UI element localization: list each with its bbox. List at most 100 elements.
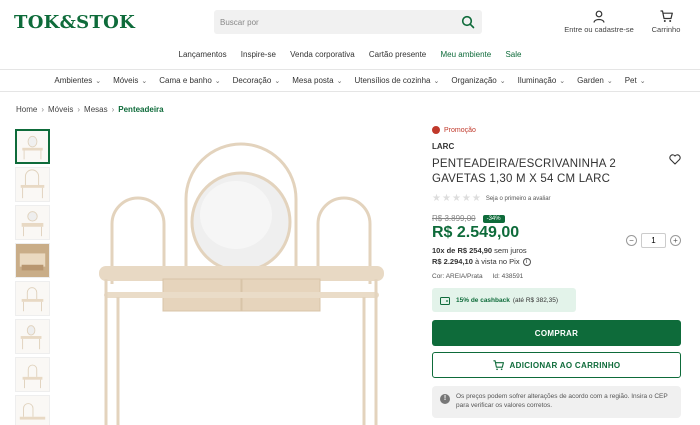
category-label: Garden [577, 76, 604, 85]
search-input[interactable] [220, 10, 450, 34]
chevron-down-icon: ⌄ [606, 78, 613, 85]
category-item[interactable]: Mesa posta ⌄ [292, 76, 342, 85]
quantity-input[interactable] [641, 233, 666, 248]
vanity-thumb-image [19, 403, 46, 420]
nav-link[interactable]: Inspire-se [241, 50, 276, 59]
nav-link-meu-ambiente[interactable]: Meu ambiente [441, 50, 492, 59]
add-to-cart-button[interactable]: ADICIONAR AO CARRINHO [432, 352, 681, 378]
chevron-down-icon: ⌄ [499, 78, 506, 85]
thumbnail[interactable] [15, 205, 50, 240]
star-icon: ★ [461, 193, 471, 204]
buy-button[interactable]: COMPRAR [432, 320, 681, 346]
cart-label: Carrinho [651, 25, 681, 34]
thumbnail[interactable] [15, 357, 50, 392]
thumbnail[interactable] [15, 319, 50, 354]
discount-badge: -34% [482, 214, 505, 223]
thumbnail[interactable] [15, 281, 50, 316]
category-label: Decoração [232, 76, 272, 85]
chevron-down-icon: ⌄ [433, 78, 440, 85]
cart-icon [660, 10, 673, 22]
quantity-stepper: − + [626, 233, 681, 248]
vanity-thumb-image [20, 325, 42, 350]
nav-link-sale[interactable]: Sale [505, 50, 521, 59]
search-box [214, 10, 482, 34]
promo-tag: Promoção [432, 126, 687, 134]
wallet-icon [440, 296, 450, 305]
thumbnail-list [15, 129, 53, 425]
chevron-down-icon: ⌄ [95, 78, 102, 85]
breadcrumb-link[interactable]: Móveis [48, 105, 73, 114]
promo-icon [432, 126, 440, 134]
nav-link[interactable]: Cartão presente [369, 50, 426, 59]
category-item[interactable]: Cama e banho ⌄ [159, 76, 220, 85]
thumbnail[interactable] [15, 243, 50, 278]
drawer-thumb-image [16, 244, 49, 277]
product-brand[interactable]: LARC [432, 142, 687, 151]
price-notice: ! Os preços podem sofrer alterações de a… [432, 386, 681, 418]
breadcrumb-link[interactable]: Mesas [84, 105, 108, 114]
category-item[interactable]: Pet ⌄ [625, 76, 646, 85]
category-label: Cama e banho [159, 76, 212, 85]
vanity-thumb-image [20, 169, 45, 199]
promo-label: Promoção [444, 126, 476, 134]
vanity-thumb-image [22, 364, 43, 389]
category-label: Organização [451, 76, 497, 85]
vanity-image [99, 142, 384, 425]
category-bar: Ambientes ⌄ Móveis ⌄ Cama e banho ⌄ Decoraç… [0, 69, 700, 92]
account-label: Entre ou cadastre-se [564, 25, 634, 34]
thumbnail[interactable] [15, 395, 50, 425]
category-label: Iluminação [517, 76, 557, 85]
thumbnail[interactable] [15, 129, 50, 164]
category-item[interactable]: Móveis ⌄ [113, 76, 147, 85]
search-icon[interactable] [461, 15, 475, 29]
star-icon: ★ [432, 193, 441, 204]
cashback-label: 15% de cashback [456, 296, 510, 304]
installments-prefix: 10x de [432, 246, 456, 255]
chevron-right-icon: › [41, 105, 45, 114]
cart-icon [492, 359, 504, 370]
info-icon[interactable]: i [522, 257, 531, 266]
add-to-cart-label: ADICIONAR AO CARRINHO [509, 360, 621, 370]
category-item[interactable]: Utensílios de cozinha ⌄ [354, 76, 439, 85]
decrease-button[interactable]: − [626, 235, 637, 246]
category-label: Utensílios de cozinha [354, 76, 431, 85]
secondary-nav: Lançamentos Inspire-se Venda corporativa… [0, 50, 700, 59]
category-item[interactable]: Ambientes ⌄ [54, 76, 101, 85]
rating[interactable]: ★ ★ ★ ★ ★ Seja o primeiro a avaliar [432, 193, 687, 204]
chevron-down-icon: ⌄ [274, 78, 281, 85]
breadcrumb-link[interactable]: Home [16, 105, 37, 114]
chevron-down-icon: ⌄ [336, 78, 343, 85]
chevron-right-icon: › [111, 105, 115, 114]
category-item[interactable]: Garden ⌄ [577, 76, 613, 85]
increase-button[interactable]: + [670, 235, 681, 246]
user-icon [593, 10, 605, 23]
category-item[interactable]: Decoração ⌄ [233, 76, 281, 85]
old-price: R$ 3.899,00 [432, 214, 476, 223]
installments-value: R$ 254,90 [457, 246, 493, 255]
star-icon: ★ [471, 193, 481, 204]
logo[interactable]: TOK&STOK [14, 12, 135, 33]
chevron-down-icon: ⌄ [639, 78, 646, 85]
product-main-image[interactable] [66, 129, 416, 425]
heart-icon[interactable] [669, 154, 681, 165]
category-label: Pet [624, 76, 637, 85]
breadcrumb-current: Penteadeira [118, 105, 164, 114]
pix-value: R$ 2.294,10 [432, 257, 473, 266]
cart-button[interactable]: Carrinho [648, 10, 684, 34]
category-item[interactable]: Organização ⌄ [451, 76, 505, 85]
cashback-amount: (até R$ 382,35) [512, 296, 559, 304]
pix-suffix: à vista no Pix [474, 257, 520, 266]
old-price-row: R$ 3.899,00 -34% [432, 214, 687, 223]
account-button[interactable]: Entre ou cadastre-se [560, 10, 638, 34]
cashback-banner: 15% de cashback (até R$ 382,35) [432, 288, 576, 312]
product-title: PENTEADEIRA/ESCRIVANINHA 2 GAVETAS 1,30 … [432, 158, 616, 185]
nav-link[interactable]: Venda corporativa [290, 50, 355, 59]
category-item[interactable]: Iluminação ⌄ [518, 76, 566, 85]
thumbnail[interactable] [15, 167, 50, 202]
nav-link[interactable]: Lançamentos [179, 50, 227, 59]
price-notice-text: Os preços podem sofrer alterações de aco… [456, 393, 668, 409]
vanity-thumb-image [21, 287, 44, 312]
category-label: Mesa posta [292, 76, 334, 85]
category-label: Móveis [113, 76, 139, 85]
top-header: TOK&STOK Entre ou cadastre-se Carrinho [0, 0, 700, 46]
